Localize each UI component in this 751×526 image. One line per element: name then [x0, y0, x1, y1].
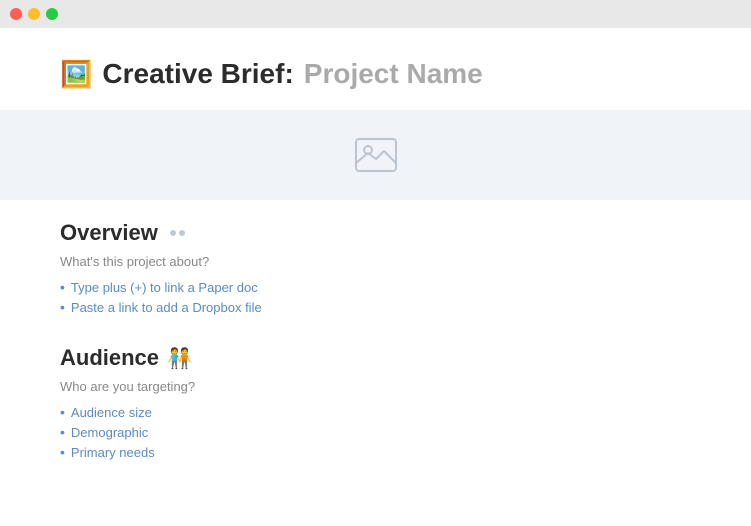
header-section: 🖼️ Creative Brief: Project Name — [0, 28, 751, 110]
list-item[interactable]: Paste a link to add a Dropbox file — [60, 297, 691, 317]
audience-heading-text: Audience — [60, 345, 159, 371]
audience-list: Audience size Demographic Primary needs — [60, 402, 691, 462]
landscape-icon — [354, 137, 398, 173]
list-item[interactable]: Demographic — [60, 422, 691, 442]
minimize-button[interactable] — [28, 8, 40, 20]
maximize-button[interactable] — [46, 8, 58, 20]
dot-indicator-1 — [170, 230, 176, 236]
overview-list-item-2: Paste a link to add a Dropbox file — [71, 300, 262, 315]
title-text-sub: Project Name — [304, 58, 483, 90]
overview-dots — [170, 230, 185, 236]
audience-list-item-2: Demographic — [71, 425, 148, 440]
overview-heading: Overview — [60, 220, 691, 246]
overview-heading-text: Overview — [60, 220, 158, 246]
title-icon: 🖼️ — [60, 59, 92, 90]
body-section: Overview What's this project about? Type… — [0, 200, 751, 510]
list-item[interactable]: Audience size — [60, 402, 691, 422]
close-button[interactable] — [10, 8, 22, 20]
audience-subtext: Who are you targeting? — [60, 379, 691, 394]
audience-section: Audience 🧑‍🤝‍🧑 Who are you targeting? Au… — [60, 345, 691, 462]
image-placeholder[interactable] — [0, 110, 751, 200]
dot-indicator-2 — [179, 230, 185, 236]
audience-list-item-3: Primary needs — [71, 445, 155, 460]
audience-emoji: 🧑‍🤝‍🧑 — [167, 346, 192, 371]
overview-list-item-1: Type plus (+) to link a Paper doc — [71, 280, 258, 295]
list-item[interactable]: Primary needs — [60, 442, 691, 462]
title-text-main: Creative Brief: — [102, 58, 293, 90]
titlebar — [0, 0, 751, 28]
overview-section: Overview What's this project about? Type… — [60, 220, 691, 317]
audience-list-item-1: Audience size — [71, 405, 152, 420]
list-item[interactable]: Type plus (+) to link a Paper doc — [60, 277, 691, 297]
audience-heading: Audience 🧑‍🤝‍🧑 — [60, 345, 691, 371]
overview-list: Type plus (+) to link a Paper doc Paste … — [60, 277, 691, 317]
overview-subtext: What's this project about? — [60, 254, 691, 269]
page-title: 🖼️ Creative Brief: Project Name — [60, 58, 691, 90]
